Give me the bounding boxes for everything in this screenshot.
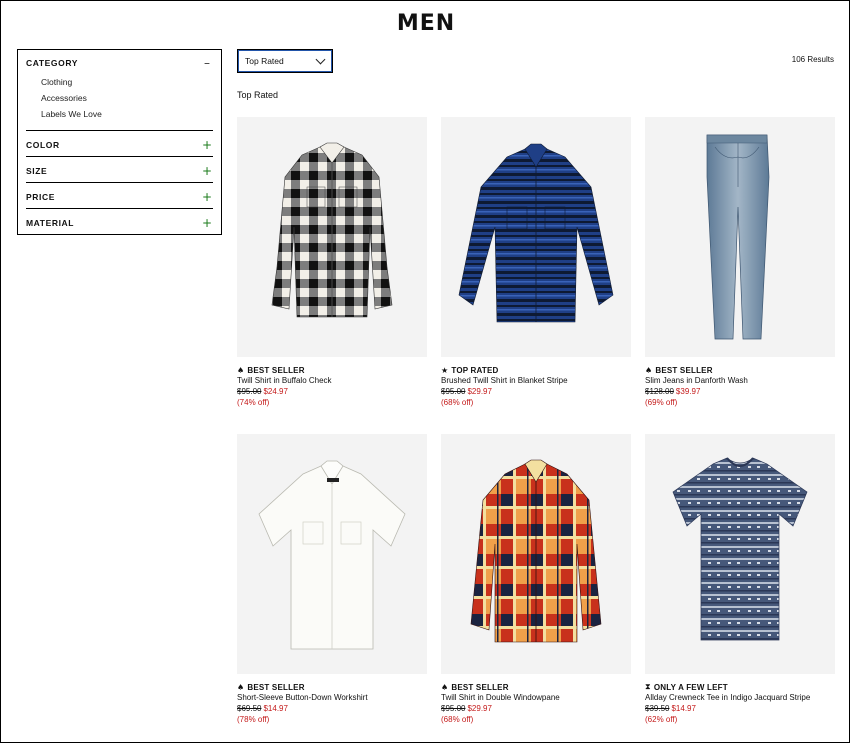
facet-material: MATERIAL + (26, 209, 213, 234)
badge-best-seller: ♠ BEST SELLER (441, 682, 631, 692)
product-price: $95.00 $29.97 (441, 704, 631, 715)
page-title: MEN (396, 11, 456, 36)
badge-label: BEST SELLER (247, 365, 305, 375)
product-card[interactable]: ♠ BEST SELLER Twill Shirt in Buffalo Che… (237, 117, 427, 409)
product-card[interactable]: ♠ BEST SELLER Twill Shirt in Double Wind… (441, 434, 631, 726)
discount-label: (74% off) (237, 398, 270, 407)
facet-size-header[interactable]: SIZE + (26, 157, 213, 182)
discount-label: (69% off) (645, 398, 678, 407)
facet-color: COLOR + (26, 131, 213, 157)
facet-category-header[interactable]: CATEGORY – (26, 50, 213, 74)
product-card[interactable]: ♠ BEST SELLER Slim Jeans in Danforth Was… (645, 117, 835, 409)
product-price: $39.50 $14.97 (645, 704, 835, 715)
facet-title: MATERIAL (26, 217, 75, 228)
hourglass-icon: ⧗ (645, 682, 651, 691)
flame-icon: ♠ (237, 682, 245, 692)
sort-heading: Top Rated (237, 90, 279, 100)
badge-label: BEST SELLER (655, 365, 713, 375)
sale-price: $14.97 (263, 704, 288, 713)
sale-price: $14.97 (671, 704, 696, 713)
discount-label: (62% off) (645, 715, 678, 724)
product-card[interactable]: ⧗ ONLY A FEW LEFT Allday Crewneck Tee in… (645, 434, 835, 726)
results-count: 106 Results (791, 55, 834, 64)
product-card[interactable]: ★ TOP RATED Brushed Twill Shirt in Blank… (441, 117, 631, 409)
original-price: $69.50 (237, 704, 262, 713)
category-list: Clothing Accessories Labels We Love (26, 74, 213, 122)
product-name[interactable]: Twill Shirt in Buffalo Check (237, 376, 427, 387)
facet-category: CATEGORY – Clothing Accessories Labels W… (26, 50, 213, 131)
product-name[interactable]: Slim Jeans in Danforth Wash (645, 376, 835, 387)
expand-icon[interactable]: + (201, 190, 213, 204)
product-price: $95.00 $29.97 (441, 387, 631, 398)
product-name[interactable]: Brushed Twill Shirt in Blanket Stripe (441, 376, 631, 387)
badge-best-seller: ♠ BEST SELLER (645, 365, 835, 375)
filter-panel: CATEGORY – Clothing Accessories Labels W… (17, 49, 222, 235)
original-price: $95.00 (237, 387, 262, 396)
sale-price: $29.97 (467, 387, 492, 396)
product-price: $95.00 $24.97 (237, 387, 427, 398)
facet-title: CATEGORY (26, 58, 79, 68)
sale-price: $39.97 (675, 387, 701, 396)
badge-label: TOP RATED (451, 365, 499, 375)
original-price: $95.00 (441, 387, 466, 396)
flame-icon: ♠ (237, 365, 245, 375)
product-image-jacquard-stripe-tee[interactable] (645, 434, 835, 674)
product-image-short-sleeve-workshirt[interactable] (237, 434, 427, 674)
facet-price-header[interactable]: PRICE + (26, 183, 213, 208)
category-item-clothing[interactable]: Clothing (41, 74, 213, 90)
page-frame: MEN CATEGORY – Clothing Accessories Labe… (0, 0, 850, 743)
sale-price: $24.97 (263, 387, 288, 396)
original-price: $39.50 (645, 704, 670, 713)
facet-color-header[interactable]: COLOR + (26, 131, 213, 156)
facet-material-header[interactable]: MATERIAL + (26, 209, 213, 234)
product-image-slim-jeans[interactable] (645, 117, 835, 357)
discount-label: (68% off) (441, 715, 474, 724)
collapse-icon[interactable]: – (201, 56, 213, 70)
badge-only-a-few-left: ⧗ ONLY A FEW LEFT (645, 682, 835, 692)
badge-top-rated: ★ TOP RATED (441, 365, 631, 375)
badge-label: ONLY A FEW LEFT (653, 682, 728, 692)
discount-label: (68% off) (441, 398, 474, 407)
badge-label: BEST SELLER (451, 682, 509, 692)
facet-size: SIZE + (26, 157, 213, 183)
product-image-double-windowpane-shirt[interactable] (441, 434, 631, 674)
product-name[interactable]: Short-Sleeve Button-Down Workshirt (237, 693, 427, 704)
star-icon: ★ (441, 365, 449, 375)
chevron-down-icon (315, 54, 326, 64)
badge-best-seller: ♠ BEST SELLER (237, 682, 427, 692)
sort-dropdown-value: Top Rated (245, 56, 284, 66)
original-price: $95.00 (441, 704, 466, 713)
product-card[interactable]: ♠ BEST SELLER Short-Sleeve Button-Down W… (237, 434, 427, 726)
product-price: $69.50 $14.97 (237, 704, 427, 715)
flame-icon: ♠ (645, 365, 653, 375)
expand-icon[interactable]: + (201, 138, 213, 152)
badge-best-seller: ♠ BEST SELLER (237, 365, 427, 375)
sale-price: $29.97 (467, 704, 492, 713)
facet-title: PRICE (26, 191, 55, 202)
category-item-accessories[interactable]: Accessories (41, 90, 213, 106)
facet-title: COLOR (26, 139, 60, 150)
product-name[interactable]: Allday Crewneck Tee in Indigo Jacquard S… (645, 693, 835, 704)
product-price: $128.00 $39.97 (645, 387, 835, 398)
category-item-labels-we-love[interactable]: Labels We Love (41, 106, 213, 122)
product-name[interactable]: Twill Shirt in Double Windowpane (441, 693, 631, 704)
flame-icon: ♠ (441, 682, 449, 692)
facet-price: PRICE + (26, 183, 213, 209)
original-price: $128.00 (645, 387, 674, 396)
badge-label: BEST SELLER (247, 682, 305, 692)
expand-icon[interactable]: + (201, 216, 213, 230)
sort-dropdown[interactable]: Top Rated (237, 49, 333, 73)
product-image-blanket-stripe-shirt[interactable] (441, 117, 631, 357)
discount-label: (78% off) (237, 715, 270, 724)
expand-icon[interactable]: + (201, 164, 213, 178)
facet-title: SIZE (26, 165, 48, 176)
product-image-buffalo-check-shirt[interactable] (237, 117, 427, 357)
